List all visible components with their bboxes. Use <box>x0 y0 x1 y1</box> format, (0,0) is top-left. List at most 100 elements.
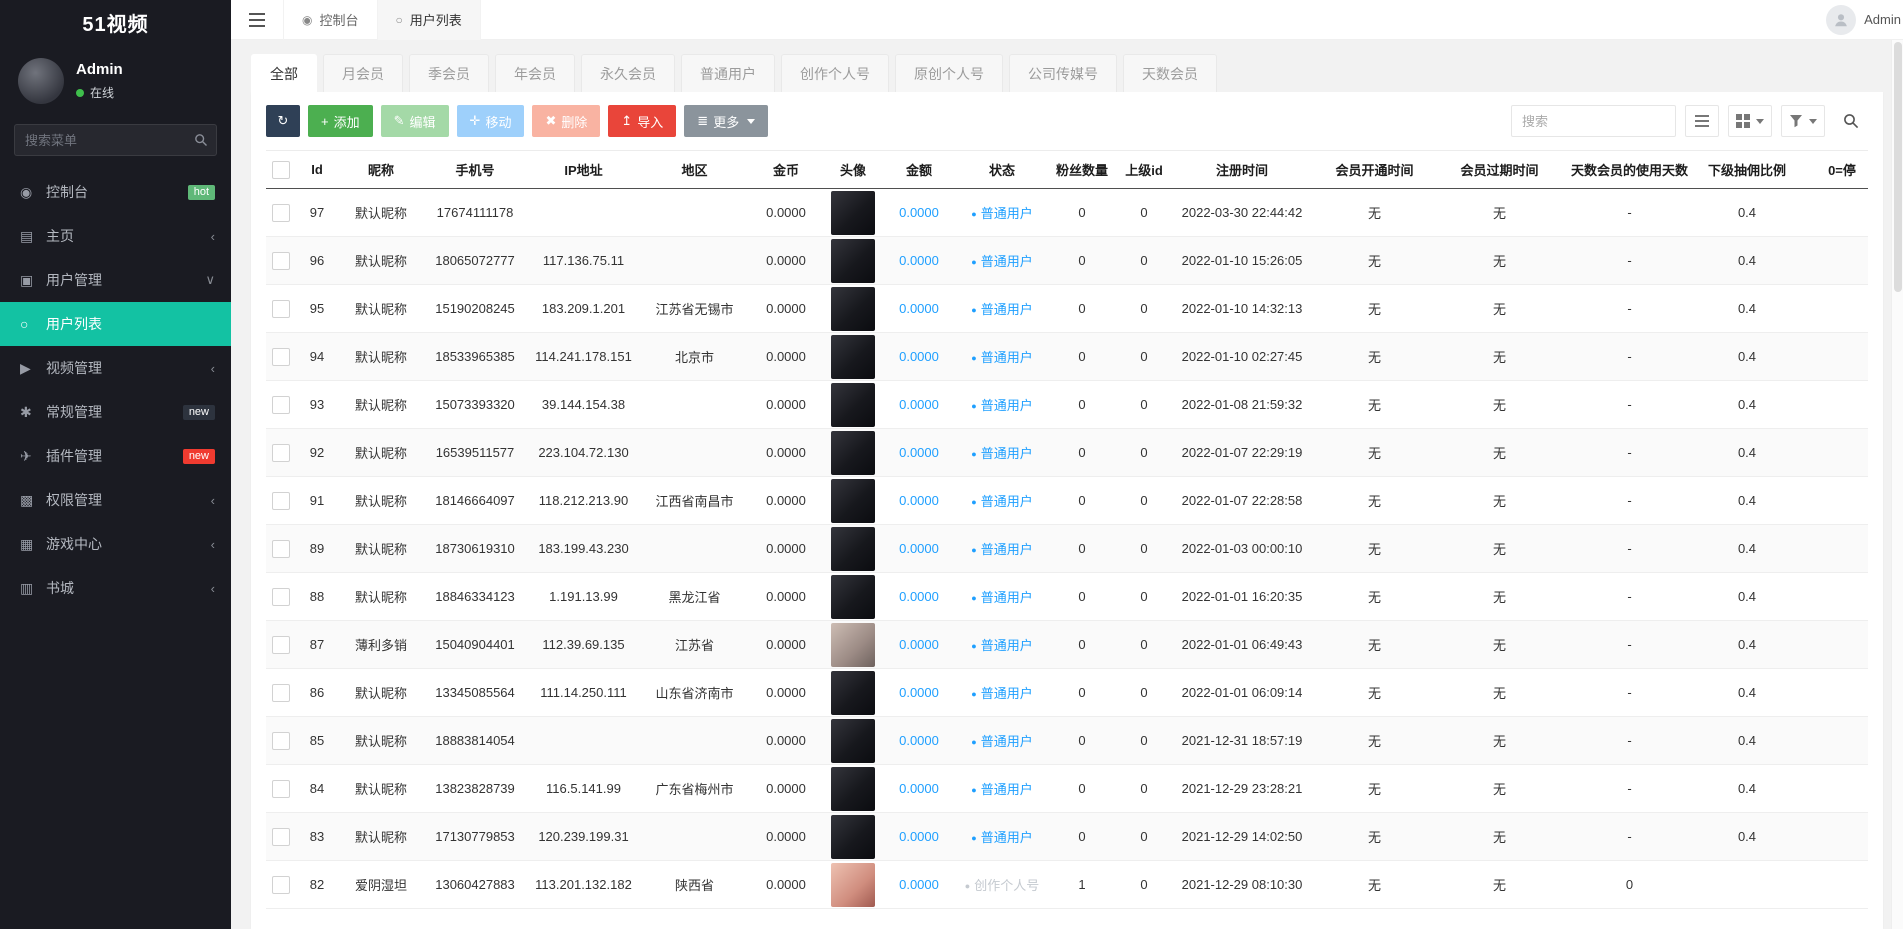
sidebar-item-4[interactable]: ✱常规管理new <box>0 390 231 434</box>
grid-view-button[interactable] <box>1728 105 1772 137</box>
vertical-scrollbar[interactable] <box>1891 40 1903 929</box>
column-header-5: 金币 <box>748 151 824 189</box>
amount-link[interactable]: 0.0000 <box>899 397 939 412</box>
row-checkbox[interactable] <box>272 684 290 702</box>
sidebar-item-1[interactable]: ▤主页‹ <box>0 214 231 258</box>
row-checkbox[interactable] <box>272 780 290 798</box>
row-avatar[interactable] <box>831 767 875 811</box>
amount-link[interactable]: 0.0000 <box>899 445 939 460</box>
sidebar-subitem-0[interactable]: ○用户列表 <box>0 302 231 346</box>
amount-link[interactable]: 0.0000 <box>899 733 939 748</box>
row-avatar[interactable] <box>831 863 875 907</box>
amount-link[interactable]: 0.0000 <box>899 829 939 844</box>
row-checkbox[interactable] <box>272 492 290 510</box>
hamburger-icon[interactable] <box>231 0 283 40</box>
button-label: 更多 <box>713 112 739 131</box>
row-checkbox[interactable] <box>272 828 290 846</box>
status-badge: ●普通用户 <box>971 494 1032 509</box>
row-checkbox[interactable] <box>272 732 290 750</box>
amount-link[interactable]: 0.0000 <box>899 685 939 700</box>
row-avatar[interactable] <box>831 527 875 571</box>
filter-tab-0[interactable]: 全部 <box>251 54 317 92</box>
amount-link[interactable]: 0.0000 <box>899 253 939 268</box>
row-checkbox[interactable] <box>272 636 290 654</box>
row-checkbox[interactable] <box>272 588 290 606</box>
row-avatar[interactable] <box>831 575 875 619</box>
row-avatar[interactable] <box>831 719 875 763</box>
row-checkbox[interactable] <box>272 252 290 270</box>
move-button[interactable]: ✛移动 <box>457 105 525 137</box>
row-avatar[interactable] <box>831 623 875 667</box>
sidebar-item-6[interactable]: ▩权限管理‹ <box>0 478 231 522</box>
row-avatar[interactable] <box>831 815 875 859</box>
add-button[interactable]: +添加 <box>308 105 373 137</box>
amount-link[interactable]: 0.0000 <box>899 205 939 220</box>
table-search-input[interactable] <box>1511 105 1676 137</box>
cell-days_used: - <box>1562 237 1697 285</box>
filter-sort-button[interactable] <box>1781 105 1825 137</box>
row-avatar[interactable] <box>831 191 875 235</box>
select-all-checkbox[interactable] <box>272 161 290 179</box>
row-avatar[interactable] <box>831 287 875 331</box>
filter-tab-1[interactable]: 月会员 <box>323 54 403 92</box>
sidebar-item-2[interactable]: ▣用户管理∨ <box>0 258 231 302</box>
row-checkbox[interactable] <box>272 300 290 318</box>
sidebar-item-0[interactable]: ◉控制台hot <box>0 170 231 214</box>
home-icon: ▤ <box>20 228 46 245</box>
row-checkbox[interactable] <box>272 540 290 558</box>
filter-tab-6[interactable]: 创作个人号 <box>781 54 889 92</box>
sidebar-item-3[interactable]: ▶视频管理‹ <box>0 346 231 390</box>
filter-tab-7[interactable]: 原创个人号 <box>895 54 1003 92</box>
filter-tab-4[interactable]: 永久会员 <box>581 54 675 92</box>
amount-link[interactable]: 0.0000 <box>899 301 939 316</box>
row-checkbox[interactable] <box>272 204 290 222</box>
topbar-tab-1[interactable]: ○用户列表 <box>378 0 481 40</box>
filter-tab-2[interactable]: 季会员 <box>409 54 489 92</box>
amount-link[interactable]: 0.0000 <box>899 541 939 556</box>
menu-search-input[interactable] <box>14 124 217 156</box>
filter-tab-9[interactable]: 天数会员 <box>1123 54 1217 92</box>
cell-reg_time: 2021-12-31 18:57:19 <box>1172 717 1312 765</box>
row-checkbox[interactable] <box>272 348 290 366</box>
amount-link[interactable]: 0.0000 <box>899 781 939 796</box>
filter-tab-5[interactable]: 普通用户 <box>681 54 775 92</box>
list-view-icon <box>1695 114 1709 128</box>
admin-avatar[interactable] <box>18 58 64 104</box>
dot-icon: ○ <box>20 316 46 332</box>
row-avatar[interactable] <box>831 239 875 283</box>
column-header-9: 粉丝数量 <box>1048 151 1116 189</box>
filter-tab-8[interactable]: 公司传媒号 <box>1009 54 1117 92</box>
topbar-tab-0[interactable]: ◉控制台 <box>283 0 378 40</box>
scrollbar-thumb[interactable] <box>1894 42 1902 292</box>
row-avatar[interactable] <box>831 431 875 475</box>
amount-link[interactable]: 0.0000 <box>899 349 939 364</box>
sidebar-item-7[interactable]: ▦游戏中心‹ <box>0 522 231 566</box>
cell-commission: 0.4 <box>1697 237 1797 285</box>
cell-region <box>641 237 748 285</box>
delete-button[interactable]: ✖删除 <box>532 105 600 137</box>
row-checkbox[interactable] <box>272 396 290 414</box>
cell-gold: 0.0000 <box>748 477 824 525</box>
row-avatar[interactable] <box>831 671 875 715</box>
refresh-button[interactable]: ↻ <box>266 105 300 137</box>
sidebar-item-5[interactable]: ✈插件管理new <box>0 434 231 478</box>
more-button[interactable]: ≣更多 <box>684 105 768 137</box>
amount-link[interactable]: 0.0000 <box>899 877 939 892</box>
amount-link[interactable]: 0.0000 <box>899 493 939 508</box>
sidebar-item-8[interactable]: ▥书城‹ <box>0 566 231 610</box>
import-button[interactable]: ↥导入 <box>608 105 676 137</box>
row-avatar[interactable] <box>831 383 875 427</box>
user-avatar[interactable] <box>1826 5 1856 35</box>
search-button[interactable] <box>1834 105 1868 137</box>
amount-link[interactable]: 0.0000 <box>899 589 939 604</box>
row-avatar[interactable] <box>831 479 875 523</box>
row-avatar[interactable] <box>831 335 875 379</box>
filter-tab-3[interactable]: 年会员 <box>495 54 575 92</box>
status-dot-icon: ● <box>971 689 976 699</box>
row-checkbox[interactable] <box>272 876 290 894</box>
edit-button[interactable]: ✎编辑 <box>381 105 449 137</box>
row-checkbox[interactable] <box>272 444 290 462</box>
cell-phone: 13345085564 <box>424 669 526 717</box>
amount-link[interactable]: 0.0000 <box>899 637 939 652</box>
list-view-button[interactable] <box>1685 105 1719 137</box>
